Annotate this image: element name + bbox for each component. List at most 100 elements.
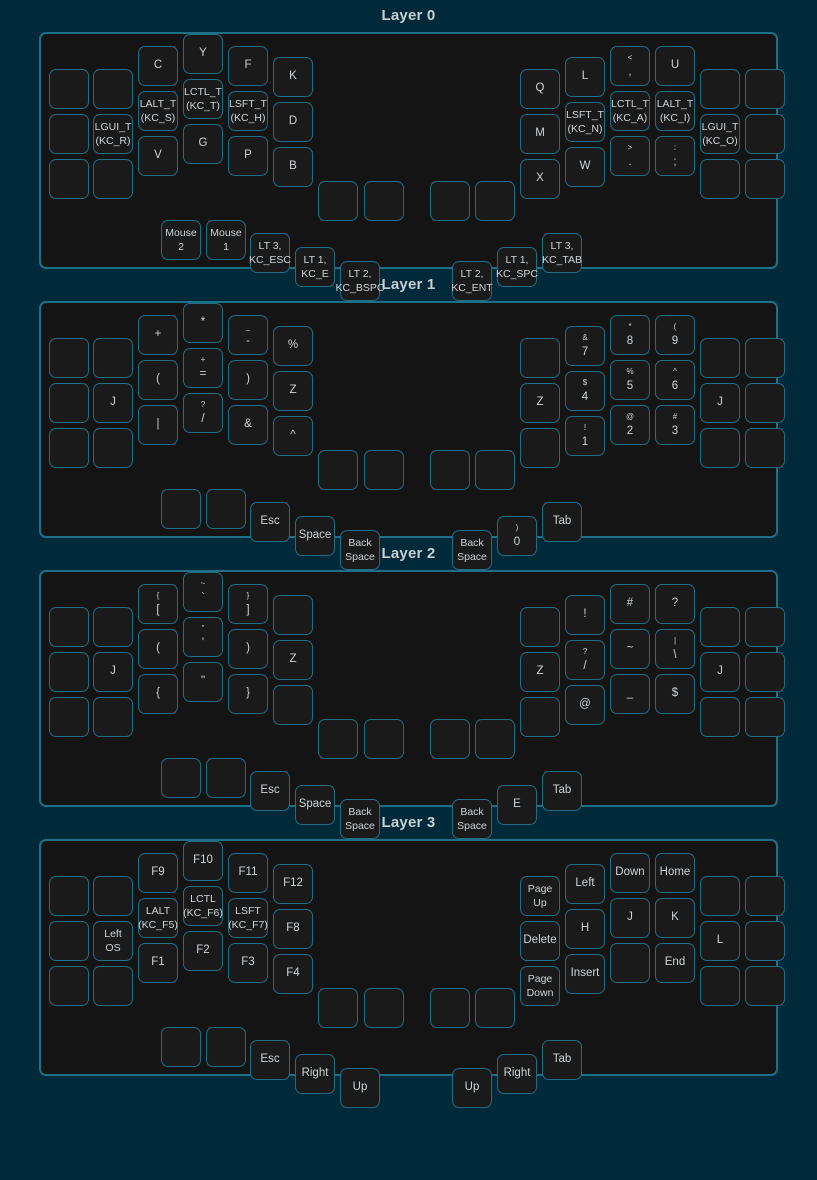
key[interactable]: _ - — [228, 315, 268, 355]
key[interactable]: LGUI_T (KC_O) — [700, 114, 740, 154]
key[interactable]: X — [520, 159, 560, 199]
key[interactable]: ) 0 — [497, 516, 537, 556]
key[interactable]: % 5 — [610, 360, 650, 400]
key[interactable]: Back Space — [452, 799, 492, 839]
key[interactable]: E — [497, 785, 537, 825]
key[interactable]: * — [183, 303, 223, 343]
key[interactable] — [745, 428, 785, 468]
key[interactable]: ( — [138, 629, 178, 669]
key[interactable]: Insert — [565, 954, 605, 994]
key[interactable]: + = — [183, 348, 223, 388]
key[interactable]: % — [273, 326, 313, 366]
key[interactable]: Home — [655, 853, 695, 893]
key[interactable]: $4 — [565, 371, 605, 411]
key[interactable]: F10 — [183, 841, 223, 881]
key[interactable] — [161, 758, 201, 798]
key[interactable]: & — [228, 405, 268, 445]
key[interactable] — [610, 943, 650, 983]
key[interactable] — [49, 383, 89, 423]
key[interactable]: Tab — [542, 771, 582, 811]
key[interactable]: (9 — [655, 315, 695, 355]
key[interactable]: ! — [565, 595, 605, 635]
key[interactable] — [700, 69, 740, 109]
key[interactable]: J — [700, 652, 740, 692]
key[interactable]: LT 3, KC_TAB — [542, 233, 582, 273]
key[interactable] — [745, 159, 785, 199]
key[interactable] — [93, 428, 133, 468]
key[interactable] — [49, 428, 89, 468]
key[interactable]: { — [138, 674, 178, 714]
key[interactable]: Q — [520, 69, 560, 109]
key[interactable]: J — [700, 383, 740, 423]
key[interactable]: @ — [565, 685, 605, 725]
key[interactable] — [206, 758, 246, 798]
key[interactable]: F1 — [138, 943, 178, 983]
key[interactable] — [700, 338, 740, 378]
key[interactable] — [700, 159, 740, 199]
key[interactable]: LT 2, KC_BSPC — [335, 261, 385, 301]
key[interactable] — [49, 697, 89, 737]
key[interactable] — [700, 966, 740, 1006]
key[interactable]: B — [273, 147, 313, 187]
key[interactable]: Up — [452, 1068, 492, 1108]
key[interactable]: L — [700, 921, 740, 961]
key[interactable] — [520, 338, 560, 378]
key[interactable]: D — [273, 102, 313, 142]
key[interactable]: ^ 6 — [655, 360, 695, 400]
key[interactable]: Back Space — [340, 530, 380, 570]
key[interactable]: Mouse 1 — [206, 220, 246, 260]
key[interactable]: Esc — [250, 771, 290, 811]
key[interactable]: F9 — [138, 853, 178, 893]
key[interactable]: J — [93, 652, 133, 692]
key[interactable]: Space — [295, 785, 335, 825]
key[interactable] — [93, 607, 133, 647]
key[interactable]: J — [93, 383, 133, 423]
key[interactable]: # — [610, 584, 650, 624]
key[interactable]: V — [138, 136, 178, 176]
key[interactable]: Up — [340, 1068, 380, 1108]
key[interactable]: ) — [228, 360, 268, 400]
key[interactable]: LT 1, KC_SPC — [496, 247, 538, 287]
key[interactable]: H — [565, 909, 605, 949]
key[interactable] — [430, 450, 470, 490]
key[interactable]: Z — [273, 371, 313, 411]
key[interactable] — [430, 181, 470, 221]
key[interactable]: LCTL_T (KC_A) — [610, 91, 650, 131]
key[interactable] — [700, 607, 740, 647]
key[interactable] — [318, 719, 358, 759]
key[interactable]: Page Up — [520, 876, 560, 916]
key[interactable]: ? / — [183, 393, 223, 433]
key[interactable]: {[ — [138, 584, 178, 624]
key[interactable]: Y — [183, 34, 223, 74]
key[interactable] — [93, 876, 133, 916]
key[interactable] — [273, 595, 313, 635]
key[interactable] — [206, 489, 246, 529]
key[interactable] — [745, 338, 785, 378]
key[interactable]: F12 — [273, 864, 313, 904]
key[interactable] — [161, 1027, 201, 1067]
key[interactable]: Z — [520, 383, 560, 423]
key[interactable]: LCTL (KC_F6) — [183, 886, 223, 926]
key[interactable]: $ — [655, 674, 695, 714]
key[interactable] — [520, 607, 560, 647]
key[interactable]: L — [565, 57, 605, 97]
key[interactable] — [430, 719, 470, 759]
key[interactable]: U — [655, 46, 695, 86]
key[interactable] — [318, 181, 358, 221]
key[interactable] — [49, 69, 89, 109]
key[interactable]: ) — [228, 629, 268, 669]
key[interactable]: + — [138, 315, 178, 355]
key[interactable] — [273, 685, 313, 725]
key[interactable] — [745, 383, 785, 423]
key[interactable] — [700, 428, 740, 468]
key[interactable] — [49, 876, 89, 916]
key[interactable]: F11 — [228, 853, 268, 893]
key[interactable] — [745, 652, 785, 692]
key[interactable] — [745, 69, 785, 109]
key[interactable]: F4 — [273, 954, 313, 994]
key[interactable]: & 7 — [565, 326, 605, 366]
key[interactable]: Right — [295, 1054, 335, 1094]
key[interactable] — [49, 114, 89, 154]
key[interactable]: J — [610, 898, 650, 938]
key[interactable]: ~ — [610, 629, 650, 669]
